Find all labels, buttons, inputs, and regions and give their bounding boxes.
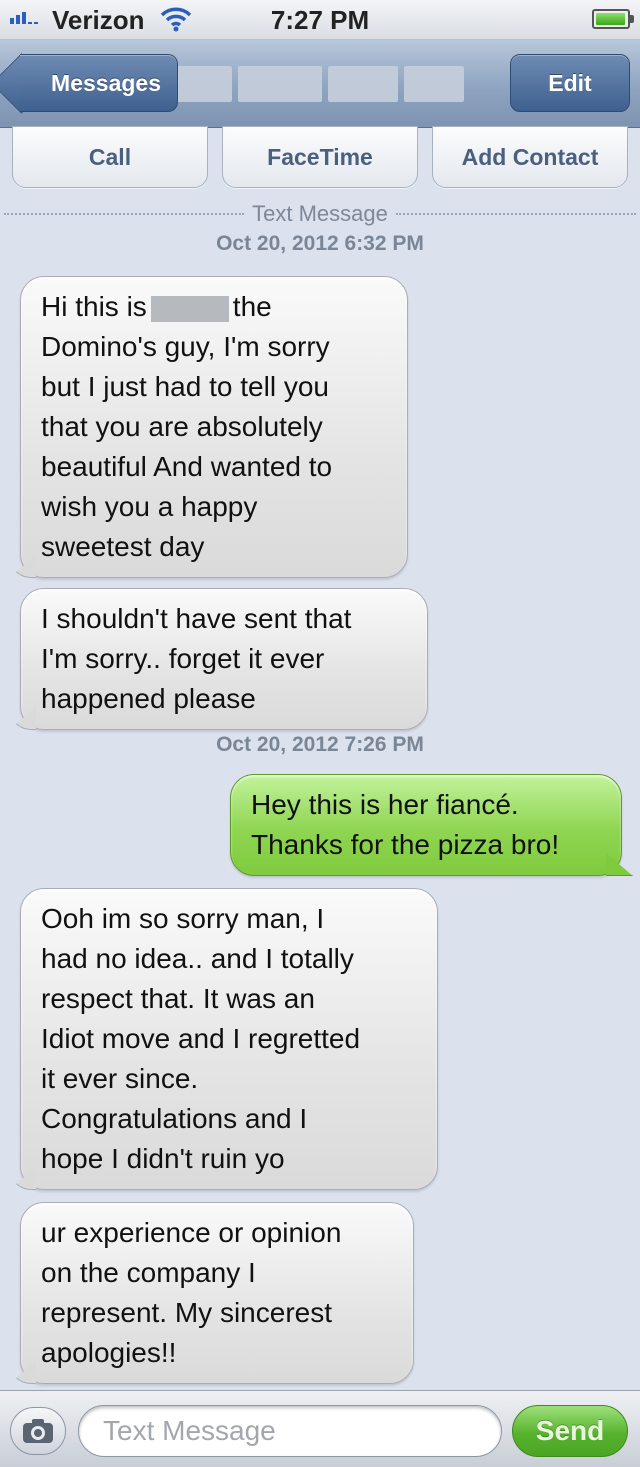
status-bar: Verizon 7:27 PM bbox=[0, 0, 640, 40]
message-line: Thanks for the pizza bro! bbox=[251, 829, 560, 860]
message-line: sweetest day bbox=[41, 531, 205, 562]
outgoing-message-bubble[interactable]: Hey this is her fiancé. Thanks for the p… bbox=[230, 774, 622, 876]
message-line: wish you a happy bbox=[41, 491, 258, 522]
message-line: that you are absolutely bbox=[41, 411, 323, 442]
message-line: Hey this is her fiancé. bbox=[251, 789, 519, 820]
incoming-message-bubble[interactable]: ur experience or opinion on the company … bbox=[20, 1202, 414, 1384]
edit-button[interactable]: Edit bbox=[510, 54, 630, 112]
incoming-message-bubble[interactable]: Ooh im so sorry man, I had no idea.. and… bbox=[20, 888, 438, 1190]
message-line: it ever since. bbox=[41, 1063, 199, 1094]
compose-bar: Send bbox=[0, 1390, 640, 1467]
redacted-name bbox=[150, 295, 229, 322]
message-line: I shouldn't have sent that bbox=[41, 603, 352, 634]
camera-button[interactable] bbox=[10, 1407, 66, 1455]
thread-type-label: Text Message bbox=[252, 201, 388, 226]
status-time: 7:27 PM bbox=[270, 5, 370, 35]
message-line: ur experience or opinion bbox=[41, 1217, 342, 1248]
facetime-button[interactable]: FaceTime bbox=[222, 126, 418, 188]
message-line: respect that. It was an bbox=[41, 983, 315, 1014]
message-line: had no idea.. and I totally bbox=[41, 943, 354, 974]
message-line: on the company I bbox=[41, 1257, 256, 1288]
back-messages-button[interactable]: Messages bbox=[20, 54, 178, 112]
add-contact-button[interactable]: Add Contact bbox=[432, 126, 628, 188]
message-line: happened please bbox=[41, 683, 256, 714]
divider bbox=[4, 213, 245, 215]
call-button[interactable]: Call bbox=[12, 126, 208, 188]
message-line: represent. My sincerest bbox=[41, 1297, 332, 1328]
nav-bar: Messages Edit bbox=[0, 40, 640, 128]
message-line: Congratulations and I bbox=[41, 1103, 308, 1134]
message-line: Domino's guy, I'm sorry bbox=[41, 331, 330, 362]
message-line: hope I didn't ruin yo bbox=[41, 1143, 285, 1174]
contact-name-redacted bbox=[176, 60, 466, 108]
thread-header: Text Message bbox=[0, 200, 640, 228]
message-line: beautiful And wanted to bbox=[41, 451, 333, 482]
messages-screen: Verizon 7:27 PM Messages Edit Call FaceT… bbox=[0, 0, 640, 1467]
incoming-message-bubble[interactable]: I shouldn't have sent that I'm sorry.. f… bbox=[20, 588, 428, 730]
message-line: but I just had to tell you bbox=[41, 371, 329, 402]
message-timestamp: Oct 20, 2012 6:32 PM bbox=[216, 232, 424, 255]
message-timestamp: Oct 20, 2012 7:26 PM bbox=[216, 733, 424, 756]
message-line: Idiot move and I regretted bbox=[41, 1023, 361, 1054]
message-line: Ooh im so sorry man, I bbox=[41, 903, 325, 934]
message-line: apologies!! bbox=[41, 1337, 177, 1368]
message-line: Hi this is the bbox=[41, 291, 272, 322]
battery-icon bbox=[592, 9, 634, 29]
incoming-message-bubble[interactable]: Hi this is the Domino's guy, I'm sorry bu… bbox=[20, 276, 408, 578]
divider bbox=[395, 213, 637, 215]
message-line: I'm sorry.. forget it ever bbox=[41, 643, 325, 674]
message-text-input[interactable] bbox=[78, 1405, 502, 1457]
send-button[interactable]: Send bbox=[512, 1405, 628, 1457]
camera-icon bbox=[23, 1419, 53, 1443]
